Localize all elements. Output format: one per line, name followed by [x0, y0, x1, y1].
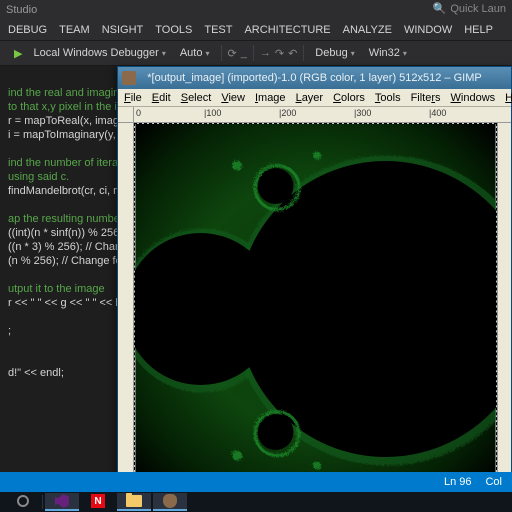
- taskbar: N: [0, 492, 512, 512]
- steam-icon: [17, 495, 29, 507]
- fractal-image: [135, 124, 496, 484]
- vs-titlebar: Studio 🔍 Quick Laun: [0, 0, 512, 20]
- gimp-icon: [122, 71, 136, 85]
- platform-dropdown[interactable]: Win32▾: [364, 45, 412, 61]
- debugger-dropdown[interactable]: Local Windows Debugger▾: [28, 45, 170, 61]
- gimp-menubar: File Edit Select View Image Layer Colors…: [118, 89, 511, 107]
- status-col: Col: [485, 476, 502, 488]
- build-config-dropdown[interactable]: Debug▾: [310, 45, 359, 61]
- gimp-menu-help[interactable]: Help: [505, 92, 512, 104]
- menu-nsight[interactable]: NSIGHT: [102, 24, 144, 36]
- gimp-menu-filters[interactable]: Filters: [411, 92, 441, 104]
- gimp-window[interactable]: *[output_image] (imported)-1.0 (RGB colo…: [117, 66, 512, 512]
- menu-debug[interactable]: DEBUG: [8, 24, 47, 36]
- menu-help[interactable]: HELP: [464, 24, 493, 36]
- gimp-menu-windows[interactable]: Windows: [451, 92, 496, 104]
- vs-title-text: Studio: [6, 4, 37, 16]
- search-icon: 🔍: [433, 2, 447, 15]
- netflix-icon: N: [91, 494, 105, 508]
- taskbar-netflix[interactable]: N: [81, 493, 115, 511]
- gimp-menu-colors[interactable]: Colors: [333, 92, 365, 104]
- visualstudio-icon: [55, 494, 69, 508]
- quick-launch[interactable]: 🔍 Quick Laun: [433, 2, 506, 15]
- vs-toolbar: ▶ Local Windows Debugger▾ Auto▾ ⟳ _ → ↷ …: [0, 40, 512, 66]
- menu-window[interactable]: WINDOW: [404, 24, 452, 36]
- gimp-canvas[interactable]: [134, 123, 497, 485]
- gimp-titlebar[interactable]: *[output_image] (imported)-1.0 (RGB colo…: [118, 67, 511, 89]
- gimp-menu-tools[interactable]: Tools: [375, 92, 401, 104]
- gimp-ruler-top: 0|100|200|300|400: [118, 107, 511, 123]
- taskbar-visualstudio[interactable]: [45, 493, 79, 511]
- gimp-ruler-left: [118, 123, 134, 485]
- taskbar-steam[interactable]: [6, 493, 40, 511]
- quick-launch-label: Quick Laun: [450, 3, 506, 15]
- menu-analyze[interactable]: ANALYZE: [343, 24, 392, 36]
- menu-architecture[interactable]: ARCHITECTURE: [244, 24, 330, 36]
- gimp-menu-edit[interactable]: Edit: [152, 92, 171, 104]
- taskbar-gimp[interactable]: [153, 493, 187, 511]
- gimp-menu-select[interactable]: Select: [181, 92, 212, 104]
- gimp-scrollbar-v[interactable]: [497, 123, 511, 485]
- taskbar-explorer[interactable]: [117, 493, 151, 511]
- play-icon[interactable]: ▶: [14, 47, 22, 60]
- menu-tools[interactable]: TOOLS: [155, 24, 192, 36]
- status-line: Ln 96: [444, 476, 472, 488]
- menu-team[interactable]: TEAM: [59, 24, 90, 36]
- chevron-down-icon: ▾: [162, 49, 166, 58]
- vs-statusbar: Ln 96 Col: [0, 472, 512, 492]
- config-dropdown[interactable]: Auto▾: [175, 45, 215, 61]
- separator: [221, 45, 222, 61]
- vs-menubar: DEBUG TEAM NSIGHT TOOLS TEST ARCHITECTUR…: [0, 20, 512, 40]
- vs-editor-body: ind the real and imaginaryto that x,y pi…: [0, 66, 512, 492]
- gimp-title-text: *[output_image] (imported)-1.0 (RGB colo…: [147, 72, 481, 84]
- menu-test[interactable]: TEST: [204, 24, 232, 36]
- gimp-menu-image[interactable]: Image: [255, 92, 286, 104]
- gimp-menu-file[interactable]: File: [124, 92, 142, 104]
- gimp-menu-view[interactable]: View: [221, 92, 245, 104]
- gimp-menu-layer[interactable]: Layer: [296, 92, 324, 104]
- gimp-taskbar-icon: [163, 494, 177, 508]
- folder-icon: [126, 495, 142, 507]
